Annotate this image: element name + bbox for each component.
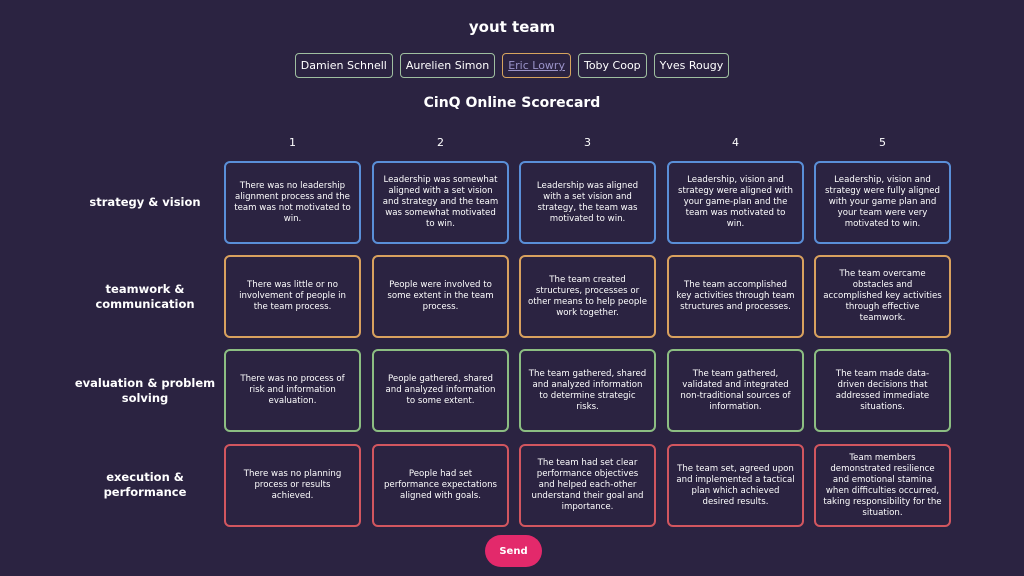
score-cell-teamwork-5[interactable]: The team overcame obstacles and accompli… [814, 255, 951, 338]
score-cell-strategy-5[interactable]: Leadership, vision and strategy were ful… [814, 161, 951, 244]
member-button-yves-rougy[interactable]: Yves Rougy [653, 53, 730, 78]
score-cell-teamwork-1[interactable]: There was little or no involvement of pe… [224, 255, 361, 338]
member-button-toby-coop[interactable]: Toby Coop [577, 53, 647, 78]
score-cell-teamwork-2[interactable]: People were involved to some extent in t… [372, 255, 509, 338]
score-cell-evaluation-4[interactable]: The team gathered, validated and integra… [667, 349, 804, 432]
score-cell-execution-2[interactable]: People had set performance expectations … [372, 444, 509, 527]
row-label-evaluation-problem-solving: evaluation & problem solving [74, 376, 216, 405]
row-label-execution-performance: execution & performance [103, 470, 187, 499]
row-label-teamwork-communication: teamwork & communication [95, 282, 195, 311]
send-button[interactable]: Send [485, 535, 542, 567]
member-button-eric-lowry[interactable]: Eric Lowry [502, 53, 571, 78]
score-cell-teamwork-4[interactable]: The team accomplished key activities thr… [667, 255, 804, 338]
score-cell-execution-4[interactable]: The team set, agreed upon and implemente… [667, 444, 804, 527]
member-selector: Damien Schnell Aurelien Simon Eric Lowry… [0, 53, 1024, 78]
score-cell-strategy-4[interactable]: Leadership, vision and strategy were ali… [667, 161, 804, 244]
member-button-damien-schnell[interactable]: Damien Schnell [294, 53, 393, 78]
score-cell-execution-1[interactable]: There was no planning process or results… [224, 444, 361, 527]
team-title: yout team [468, 18, 556, 36]
score-cell-execution-3[interactable]: The team had set clear performance objec… [519, 444, 656, 527]
score-cell-execution-5[interactable]: Team members demonstrated resilience and… [814, 444, 951, 527]
score-cell-evaluation-1[interactable]: There was no process of risk and informa… [224, 349, 361, 432]
column-header-2: 2 [437, 136, 444, 149]
score-cell-evaluation-5[interactable]: The team made data-driven decisions that… [814, 349, 951, 432]
score-cell-strategy-2[interactable]: Leadership was somewhat aligned with a s… [372, 161, 509, 244]
column-header-4: 4 [732, 136, 739, 149]
score-cell-strategy-1[interactable]: There was no leadership alignment proces… [224, 161, 361, 244]
member-button-aurelien-simon[interactable]: Aurelien Simon [399, 53, 496, 78]
scorecard-title: CinQ Online Scorecard [423, 95, 601, 111]
score-cell-evaluation-3[interactable]: The team gathered, shared and analyzed i… [519, 349, 656, 432]
column-header-1: 1 [289, 136, 296, 149]
row-label-strategy-vision: strategy & vision [89, 195, 201, 209]
score-cell-evaluation-2[interactable]: People gathered, shared and analyzed inf… [372, 349, 509, 432]
column-header-5: 5 [879, 136, 886, 149]
column-header-3: 3 [584, 136, 591, 149]
score-cell-strategy-3[interactable]: Leadership was aligned with a set vision… [519, 161, 656, 244]
score-cell-teamwork-3[interactable]: The team created structures, processes o… [519, 255, 656, 338]
